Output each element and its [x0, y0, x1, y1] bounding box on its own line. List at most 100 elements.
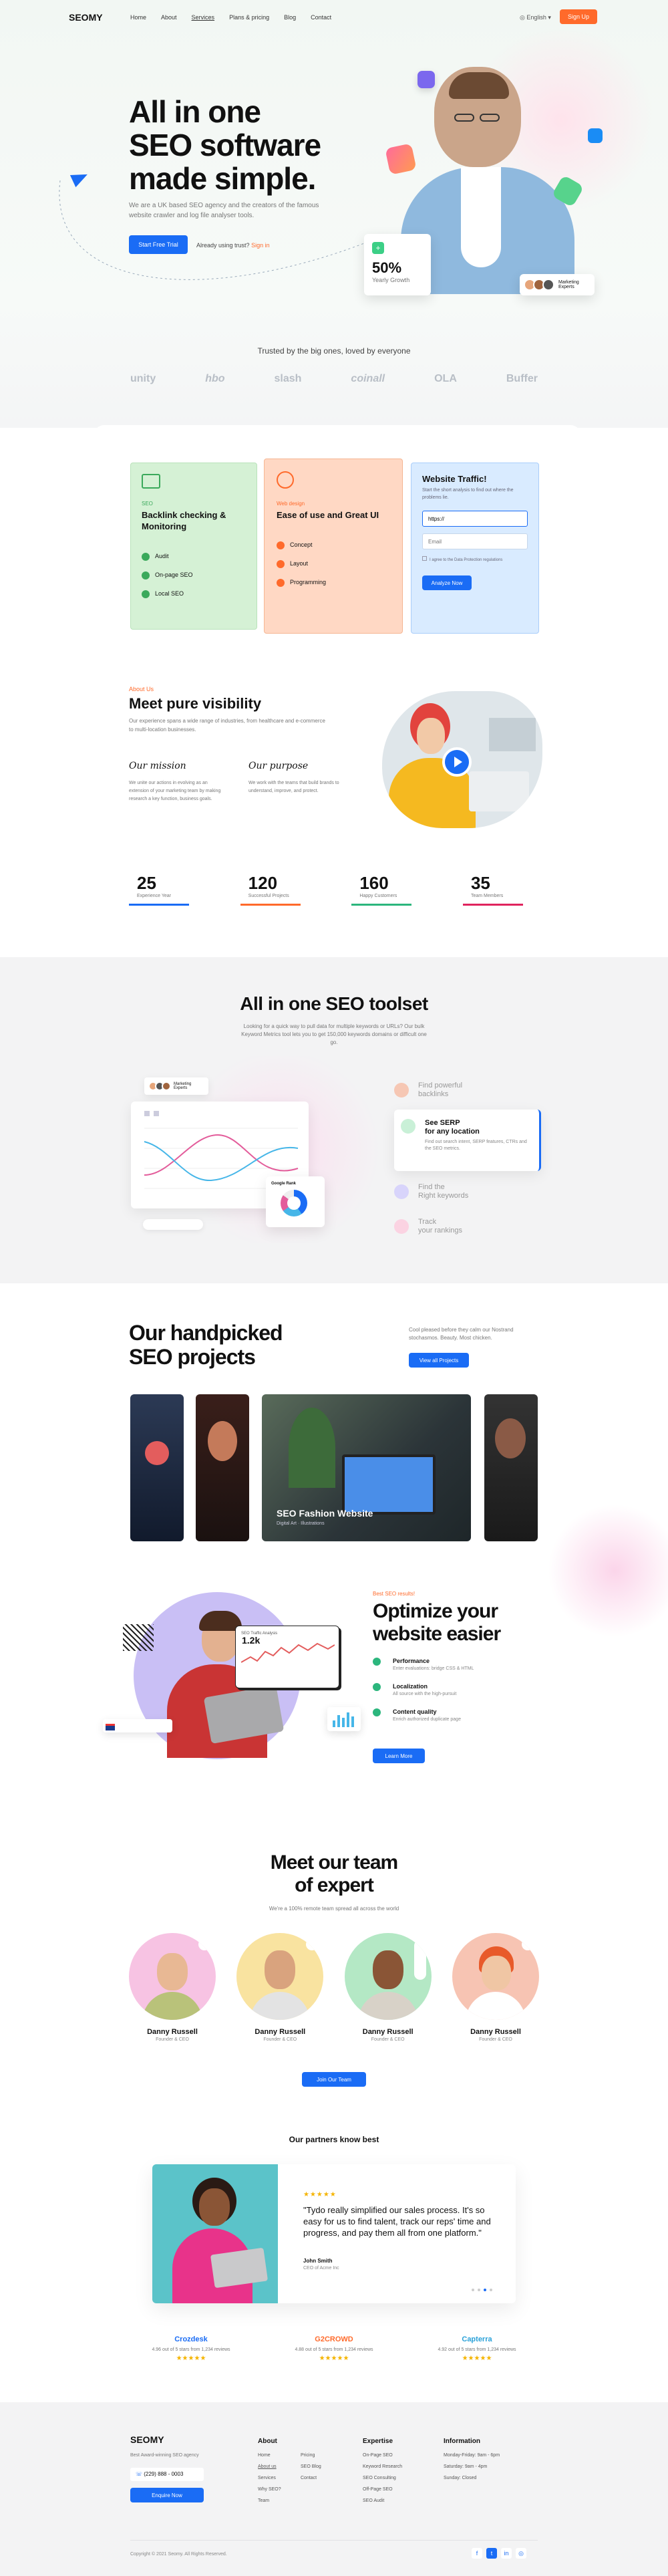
footer-link[interactable]: Pricing [301, 2450, 321, 2461]
tool-feature-rankings[interactable]: Track your rankings [394, 1210, 541, 1243]
location-icon [401, 1119, 415, 1134]
list-item: Programming [277, 573, 390, 592]
twitter-icon[interactable]: t [486, 2548, 497, 2559]
projects-glow [548, 1504, 668, 1638]
experts-card: Marketing Experts [520, 274, 595, 295]
list-item: Layout [277, 554, 390, 573]
project-card[interactable] [130, 1394, 184, 1541]
testimonial-image [152, 2164, 278, 2303]
logo-ola: OLA [434, 373, 457, 384]
purpose-title: Our purpose [248, 761, 309, 771]
team-description: We're a 100% remote team spread all acro… [269, 1906, 399, 1912]
avatar [542, 279, 554, 291]
footer-col-expertise: Expertise On-Page SEO Keyword Research S… [363, 2436, 402, 2506]
footer-link[interactable]: Why SEO? [258, 2484, 281, 2495]
traffic-card: Website Traffic! Start the short analysi… [411, 463, 539, 634]
main-nav: Home About Services Plans & pricing Blog… [130, 14, 331, 21]
link-icon [394, 1083, 409, 1098]
mission-text: We unite our actions in evolving as an e… [129, 781, 221, 801]
plus-icon[interactable]: + [198, 1938, 210, 1950]
review-row: Crozdesk 4.96 out of 5 stars from 1,234 … [131, 2335, 537, 2362]
tool-feature-backlinks[interactable]: Find powerful backlinks [394, 1073, 541, 1107]
learn-more-button[interactable]: Learn More [373, 1749, 425, 1763]
view-projects-button[interactable]: View all Projects [409, 1353, 469, 1368]
stat-item: 160 Happy Customers [351, 873, 432, 906]
logo-slash: slash [274, 373, 302, 384]
tool-feature-keywords[interactable]: Find the Right keywords [394, 1174, 541, 1210]
project-card[interactable] [484, 1394, 538, 1541]
tool-feature-serp[interactable]: See SERP for any location Find out search … [394, 1110, 541, 1171]
play-button[interactable] [442, 747, 472, 777]
play-icon [454, 757, 462, 767]
footer-logo[interactable]: SEOMY [130, 2434, 164, 2445]
avatar [162, 1081, 171, 1091]
review-item: G2CROWD 4.88 out of 5 stars from 1,234 r… [274, 2335, 394, 2362]
project-card-featured[interactable]: SEO Fashion Website Digital Art · Illust… [262, 1394, 471, 1541]
plus-icon[interactable]: + [306, 1938, 319, 1950]
copyright: Copyright © 2021 Seomy. All Rights Reser… [130, 2552, 227, 2557]
footer-link[interactable]: SEO Blog [301, 2461, 321, 2472]
list-item: Localization All source with the high-pur… [373, 1683, 533, 1708]
footer-link[interactable]: Home [258, 2450, 281, 2461]
nav-about[interactable]: About [161, 14, 177, 21]
chart-mini-pill [143, 1219, 203, 1230]
facebook-icon[interactable]: f [472, 2548, 482, 2559]
phone-icon: ☏ [136, 2471, 144, 2477]
enquire-button[interactable]: Enquire Now [130, 2488, 204, 2502]
join-team-button[interactable]: Join Our Team [302, 2072, 366, 2087]
footer-link[interactable]: Team [258, 2495, 281, 2506]
design-icon [277, 471, 294, 489]
stat-item: 35 Team Members [462, 873, 543, 906]
footer-col-about: About Home About us Services Why SEO? Te… [258, 2436, 281, 2506]
nav-contact[interactable]: Contact [311, 14, 331, 21]
project-card[interactable] [196, 1394, 249, 1541]
donut-chart [281, 1190, 307, 1216]
phone-field[interactable]: ☏ (229) 888 - 0003 [130, 2468, 204, 2481]
analyze-button[interactable]: Analyze Now [422, 575, 472, 590]
list-item: Content quality Enrich authorized duplica… [373, 1708, 533, 1734]
url-input[interactable] [422, 511, 528, 527]
traffic-stat: 1.2k [242, 1635, 261, 1646]
testimonial-quote: "Tydo really simplified our sales proces… [303, 2205, 491, 2238]
donut-card: Google Rank [266, 1176, 325, 1227]
nav-home[interactable]: Home [130, 14, 146, 21]
instagram-icon[interactable]: ◎ [516, 2548, 526, 2559]
nav-pricing[interactable]: Plans & pricing [229, 14, 269, 21]
logo-coinall: coinall [351, 373, 385, 384]
list-item: Performance Enter evaluations: bridge CSS… [373, 1658, 533, 1683]
team-grid: + Danny Russell Founder & CEO + Danny Ru… [129, 1933, 539, 2042]
team-member: + Danny Russell Founder & CEO [452, 1933, 539, 2042]
dashed-curve [59, 180, 388, 280]
tool-feature-list: Find powerful backlinks See SERP for any l… [394, 1073, 541, 1243]
social-links: f t in ◎ [472, 2548, 526, 2559]
footer-link[interactable]: SEO Audit [363, 2495, 402, 2506]
logo[interactable]: SEOMY [69, 12, 103, 23]
review-item: Crozdesk 4.96 out of 5 stars from 1,234 … [131, 2335, 251, 2362]
purpose-text: We work with the teams that build brands… [248, 781, 339, 793]
app-icon-blue [588, 128, 603, 143]
nav-services[interactable]: Services [192, 14, 215, 21]
footer-link[interactable]: About us [258, 2461, 281, 2472]
footer-link[interactable]: SEO Consulting [363, 2472, 402, 2484]
carousel-dots[interactable] [472, 2289, 492, 2291]
footer-link[interactable]: Off-Page SEO [363, 2484, 402, 2495]
signup-button[interactable]: Sign Up [560, 9, 597, 24]
stat-bar [351, 904, 412, 906]
agree-checkbox[interactable]: I agree to the Data Protection regulatio… [422, 556, 528, 562]
social-icons[interactable] [413, 1940, 426, 1980]
plus-icon[interactable]: + [521, 1938, 534, 1950]
footer-link[interactable]: Contact [301, 2472, 321, 2484]
testimonial-role: CEO of Acme Inc [303, 2266, 339, 2271]
email-input[interactable] [422, 533, 528, 549]
footer-link[interactable]: Services [258, 2472, 281, 2484]
footer-link[interactable]: Keyword Research [363, 2461, 402, 2472]
nav-blog[interactable]: Blog [284, 14, 296, 21]
footer-col-info: Information Monday-Friday: 9am - 6pm Sat… [444, 2438, 500, 2480]
footer-tagline: Best Award-winning SEO agency [130, 2453, 199, 2458]
footer-col-more: Pricing SEO Blog Contact [301, 2450, 321, 2484]
linkedin-icon[interactable]: in [501, 2548, 512, 2559]
language-select[interactable]: ◎ English ▾ [520, 14, 551, 21]
footer-link[interactable]: On-Page SEO [363, 2450, 402, 2461]
toolset-description: Looking for a quick way to pull data for… [241, 1023, 427, 1045]
list-item: Concept [277, 535, 390, 554]
